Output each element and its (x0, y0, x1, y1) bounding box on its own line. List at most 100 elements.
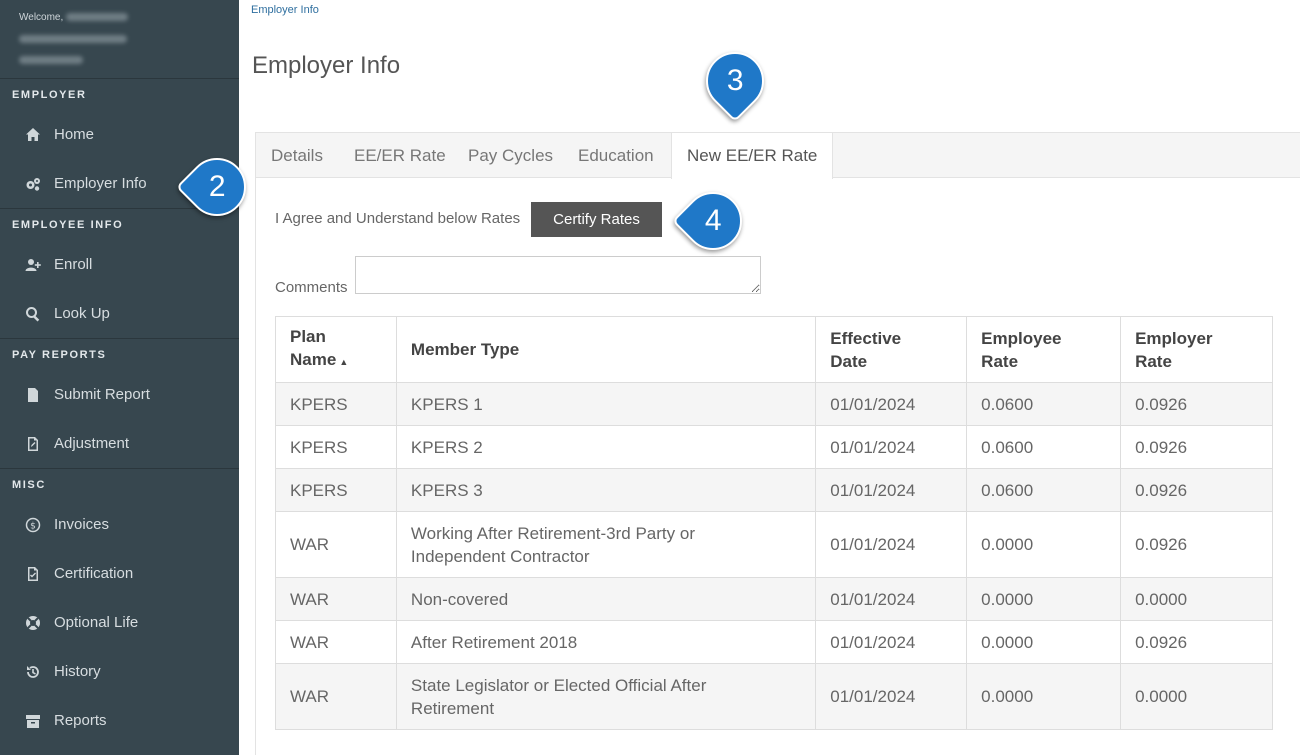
sidebar-item-label: Certification (54, 565, 134, 582)
sidebar-item-reports[interactable]: Reports (0, 696, 239, 745)
sidebar-item-enroll[interactable]: Enroll (0, 240, 239, 289)
employee-rate-cell: 0.0000 (966, 511, 1122, 578)
employer-rate-cell: 0.0926 (1120, 382, 1273, 426)
table-row: KPERS KPERS 2 01/01/2024 0.0600 0.0926 (275, 425, 1273, 469)
employee-rate-cell: 0.0600 (966, 425, 1122, 469)
sidebar-item-label: History (54, 663, 101, 680)
tab-education[interactable]: Education (578, 133, 654, 178)
member-type-cell: KPERS 1 (395, 382, 817, 426)
member-type-cell: State Legislator or Elected Official Aft… (395, 663, 817, 730)
plan-name-cell: KPERS (275, 468, 397, 512)
sidebar-item-adjustment[interactable]: Adjustment (0, 419, 239, 468)
plan-name-cell: KPERS (275, 425, 397, 469)
employee-rate-cell: 0.0000 (966, 620, 1122, 664)
agree-text: I Agree and Understand below Rates (275, 210, 521, 227)
table-row: KPERS KPERS 3 01/01/2024 0.0600 0.0926 (275, 468, 1273, 512)
breadcrumb[interactable]: Employer Info (251, 4, 319, 16)
sidebar-item-label: Submit Report (54, 386, 150, 403)
tab-new-ee-er-rate[interactable]: New EE/ER Rate (671, 133, 834, 179)
employer-rate-cell: 0.0000 (1120, 577, 1273, 621)
employer-rate-cell: 0.0926 (1120, 620, 1273, 664)
history-icon (24, 663, 42, 681)
welcome-label: Welcome, (19, 12, 64, 23)
employer-rate-cell: 0.0926 (1120, 511, 1273, 578)
column-header-effective-date[interactable]: Effective Date (815, 316, 968, 383)
member-type-cell: Non-covered (395, 577, 817, 621)
file-icon (24, 386, 42, 404)
sort-asc-icon: ▲ (339, 357, 349, 367)
search-icon (24, 305, 42, 323)
sidebar-item-certification[interactable]: Certification (0, 549, 239, 598)
comments-field[interactable] (355, 256, 761, 294)
column-header-plan-name[interactable]: Plan Name ▲ (275, 316, 397, 383)
plan-name-cell: WAR (275, 577, 397, 621)
plan-name-cell: WAR (275, 511, 397, 578)
sidebar-item-label: Adjustment (54, 435, 130, 452)
sidebar-item-history[interactable]: History (0, 647, 239, 696)
sidebar-item-label: Look Up (54, 305, 110, 322)
member-type-cell: KPERS 3 (395, 468, 817, 512)
employer-rate-cell: 0.0000 (1120, 663, 1273, 730)
table-row: WAR State Legislator or Elected Official… (275, 663, 1273, 730)
table-row: WAR After Retirement 2018 01/01/2024 0.0… (275, 620, 1273, 664)
gears-icon (24, 175, 42, 193)
section-misc: MISC (12, 479, 46, 491)
employer-rate-cell: 0.0926 (1120, 468, 1273, 512)
tab-details[interactable]: Details (271, 133, 323, 178)
sidebar-item-home[interactable]: Home (0, 110, 239, 159)
file-check-icon (24, 565, 42, 583)
page-title: Employer Info (252, 52, 401, 79)
lifebuoy-icon (24, 614, 42, 632)
sidebar-item-label: Optional Life (54, 614, 139, 631)
plan-name-cell: WAR (275, 663, 397, 730)
redacted-employer-name (19, 35, 127, 43)
sidebar-item-label: Enroll (54, 256, 93, 273)
sidebar-item-label: Reports (54, 712, 107, 729)
sidebar-item-invoices[interactable]: $ Invoices (0, 500, 239, 549)
callout-step-3: 3 (693, 39, 777, 123)
effective-date-cell: 01/01/2024 (815, 468, 968, 512)
tab-pay-cycles[interactable]: Pay Cycles (468, 133, 553, 178)
sidebar-item-label: Employer Info (54, 175, 147, 192)
table-row: KPERS KPERS 1 01/01/2024 0.0600 0.0926 (275, 382, 1273, 426)
employee-rate-cell: 0.0600 (966, 382, 1122, 426)
sidebar-item-label: Invoices (54, 516, 110, 533)
member-type-cell: Working After Retirement-3rd Party or Ind… (395, 511, 817, 578)
member-type-cell: KPERS 2 (395, 425, 817, 469)
employee-rate-cell: 0.0600 (966, 468, 1122, 512)
employee-rate-cell: 0.0000 (966, 663, 1122, 730)
comments-label: Comments (275, 279, 348, 296)
sidebar-item-optional-life[interactable]: Optional Life (0, 598, 239, 647)
effective-date-cell: 01/01/2024 (815, 382, 968, 426)
effective-date-cell: 01/01/2024 (815, 663, 968, 730)
member-type-cell: After Retirement 2018 (395, 620, 817, 664)
section-employee-info: EMPLOYEE INFO (12, 219, 124, 231)
section-employer: EMPLOYER (12, 89, 87, 101)
effective-date-cell: 01/01/2024 (815, 425, 968, 469)
redacted-username (66, 13, 129, 22)
certify-rates-button[interactable]: Certify Rates (531, 202, 662, 237)
employee-rate-cell: 0.0000 (966, 577, 1122, 621)
sidebar-item-label: Home (54, 126, 95, 143)
user-plus-icon (24, 256, 42, 274)
redacted-employer-id (19, 56, 83, 64)
table-row: WAR Non-covered 01/01/2024 0.0000 0.0000 (275, 577, 1273, 621)
column-header-employer-rate[interactable]: Employer Rate (1120, 316, 1273, 383)
sidebar-item-look-up[interactable]: Look Up (0, 289, 239, 338)
employer-rate-cell: 0.0926 (1120, 425, 1273, 469)
archive-icon (24, 712, 42, 730)
table-header-row: Plan Name ▲ Member Type Effective Date Empl… (275, 316, 1273, 383)
sidebar-item-submit-report[interactable]: Submit Report (0, 370, 239, 419)
plan-name-cell: KPERS (275, 382, 397, 426)
welcome-block: Welcome, (0, 0, 239, 79)
effective-date-cell: 01/01/2024 (815, 577, 968, 621)
effective-date-cell: 01/01/2024 (815, 511, 968, 578)
column-header-employee-rate[interactable]: Employee Rate (966, 316, 1122, 383)
effective-date-cell: 01/01/2024 (815, 620, 968, 664)
home-icon (24, 126, 42, 144)
file-edit-icon (24, 435, 42, 453)
plan-name-cell: WAR (275, 620, 397, 664)
column-header-member-type[interactable]: Member Type (395, 316, 817, 383)
tab-ee-er-rate[interactable]: EE/ER Rate (354, 133, 446, 178)
svg-text:$: $ (30, 521, 36, 531)
